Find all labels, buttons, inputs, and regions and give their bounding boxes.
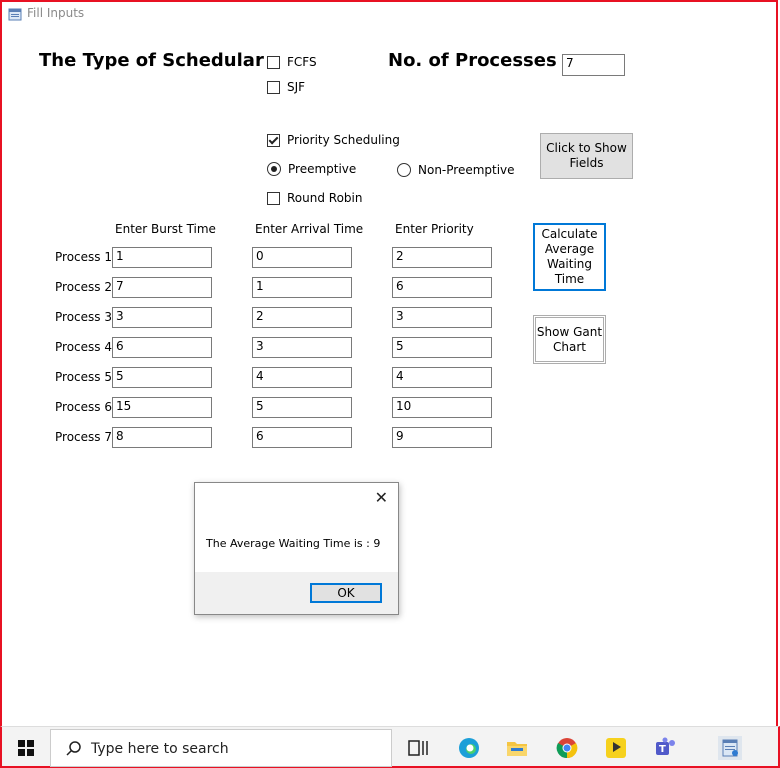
close-icon[interactable]: ✕ (375, 488, 388, 507)
priority-input[interactable]: 6 (392, 277, 492, 298)
process-label: Process 2 (55, 280, 112, 294)
arrival-input[interactable]: 3 (252, 337, 352, 358)
message-dialog: ✕ The Average Waiting Time is : 9 OK (194, 482, 399, 615)
preemptive-radio[interactable]: Preemptive (267, 162, 356, 176)
chrome-icon[interactable] (555, 736, 579, 760)
ok-button[interactable]: OK (310, 583, 382, 603)
teams-icon[interactable]: T (653, 736, 677, 760)
arrival-input[interactable]: 0 (252, 247, 352, 268)
priority-header: Enter Priority (395, 222, 474, 236)
burst-input[interactable]: 7 (112, 277, 212, 298)
arrival-input[interactable]: 2 (252, 307, 352, 328)
processes-count-label: No. of Processes : (388, 50, 571, 71)
fcfs-label: FCFS (287, 55, 317, 69)
priority-label: Priority Scheduling (287, 133, 400, 147)
fcfs-checkbox-box[interactable] (267, 55, 280, 69)
preemptive-label: Preemptive (288, 162, 357, 176)
search-placeholder: Type here to search (91, 741, 229, 757)
media-player-icon[interactable] (604, 736, 628, 760)
process-label: Process 1 (55, 250, 112, 264)
priority-checkbox-box[interactable] (267, 133, 280, 147)
priority-input[interactable]: 5 (392, 337, 492, 358)
process-label: Process 5 (55, 370, 112, 384)
window-title: Fill Inputs (27, 6, 85, 20)
arrival-input[interactable]: 5 (252, 397, 352, 418)
task-view-icon[interactable] (406, 736, 430, 760)
fcfs-checkbox[interactable]: FCFS (267, 55, 317, 69)
burst-input[interactable]: 15 (112, 397, 212, 418)
main-window: Fill Inputs (0, 0, 778, 726)
burst-input[interactable]: 1 (112, 247, 212, 268)
burst-input[interactable]: 5 (112, 367, 212, 388)
process-label: Process 4 (55, 340, 112, 354)
taskbar: Type here to search T (0, 726, 780, 768)
schedular-type-label: The Type of Schedular : (39, 50, 278, 71)
arrival-time-header: Enter Arrival Time (255, 222, 364, 236)
round-robin-label: Round Robin (287, 191, 363, 205)
processes-count-input[interactable]: 7 (562, 54, 625, 76)
round-robin-checkbox-box[interactable] (267, 191, 280, 205)
sjf-label: SJF (287, 80, 306, 94)
dialog-message: The Average Waiting Time is : 9 (206, 537, 381, 550)
priority-input[interactable]: 2 (392, 247, 492, 268)
priority-input[interactable]: 9 (392, 427, 492, 448)
non-preemptive-radio-dot[interactable] (397, 163, 411, 177)
arrival-input[interactable]: 6 (252, 427, 352, 448)
non-preemptive-radio[interactable]: Non-Preemptive (397, 163, 515, 177)
fill-inputs-app-icon[interactable] (718, 736, 742, 760)
round-robin-checkbox[interactable]: Round Robin (267, 191, 362, 205)
sjf-checkbox-box[interactable] (267, 80, 280, 94)
show-gantt-chart-button[interactable]: Show Gant Chart (533, 315, 606, 364)
show-fields-button[interactable]: Click to Show Fields (540, 133, 633, 179)
file-explorer-icon[interactable] (505, 736, 529, 760)
preemptive-radio-dot[interactable] (267, 162, 281, 176)
burst-input[interactable]: 8 (112, 427, 212, 448)
dialog-footer: OK (195, 572, 398, 614)
sjf-checkbox[interactable]: SJF (267, 80, 305, 94)
arrival-input[interactable]: 4 (252, 367, 352, 388)
burst-input[interactable]: 3 (112, 307, 212, 328)
burst-time-header: Enter Burst Time (115, 222, 216, 236)
priority-checkbox[interactable]: Priority Scheduling (267, 133, 400, 147)
calculate-average-waiting-time-button[interactable]: Calculate Average Waiting Time (533, 223, 606, 291)
svg-text:T: T (659, 744, 666, 755)
non-preemptive-label: Non-Preemptive (418, 163, 515, 177)
windows-start-icon[interactable] (18, 740, 34, 756)
priority-input[interactable]: 10 (392, 397, 492, 418)
app-icon (8, 8, 22, 21)
title-bar: Fill Inputs (2, 2, 778, 26)
search-icon (66, 741, 81, 756)
priority-input[interactable]: 4 (392, 367, 492, 388)
priority-input[interactable]: 3 (392, 307, 492, 328)
process-label: Process 6 (55, 400, 112, 414)
edge-icon[interactable] (457, 736, 481, 760)
taskbar-search-box[interactable]: Type here to search (50, 729, 392, 767)
process-label: Process 3 (55, 310, 112, 324)
burst-input[interactable]: 6 (112, 337, 212, 358)
process-label: Process 7 (55, 430, 112, 444)
arrival-input[interactable]: 1 (252, 277, 352, 298)
